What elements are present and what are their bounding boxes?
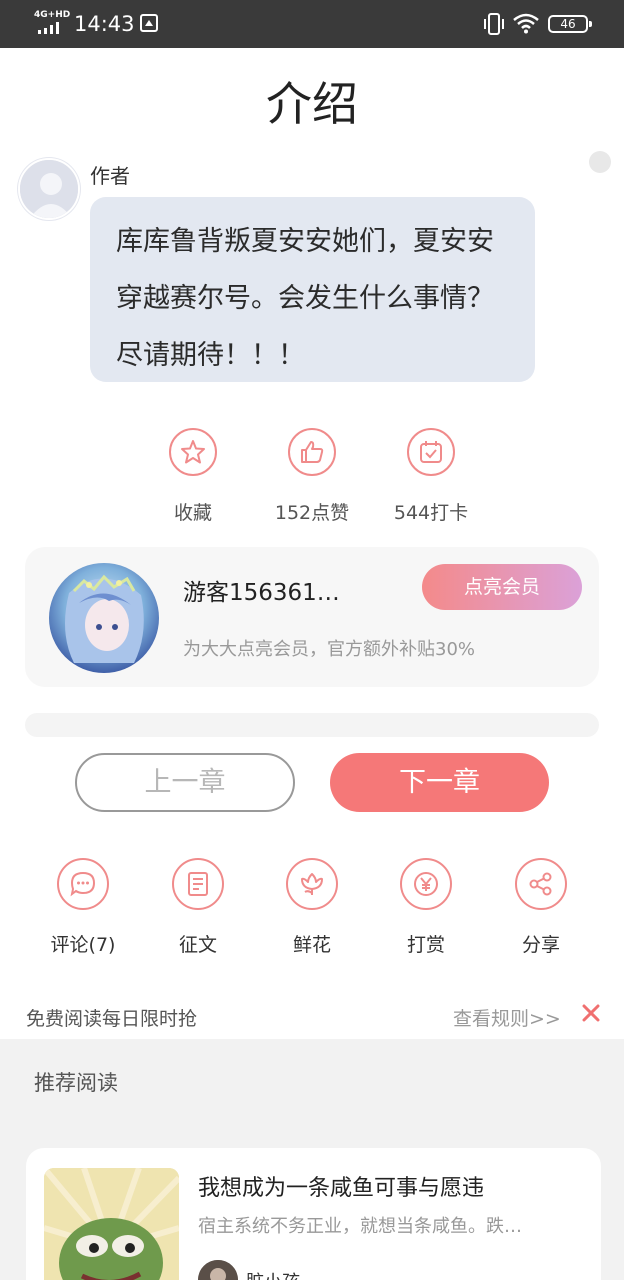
author-avatar[interactable] xyxy=(18,158,80,220)
thumbs-up-icon xyxy=(288,428,336,476)
view-rules-link[interactable]: 查看规则>> xyxy=(453,1004,561,1031)
yen-coin-icon xyxy=(400,858,452,910)
book-author-name: 脏小孩 xyxy=(246,1268,300,1280)
floating-dot[interactable] xyxy=(589,151,611,173)
flower-icon xyxy=(286,858,338,910)
page-title: 介绍 xyxy=(266,77,358,131)
recommend-section: 推荐阅读 我想成为一条咸鱼可事与愿违 宿主系统不务正业，就想当条咸鱼。跌… xyxy=(0,1039,624,1280)
anime-avatar-image xyxy=(49,563,159,673)
placeholder-bar xyxy=(25,713,599,737)
username: 游客156361… xyxy=(183,580,340,606)
battery-indicator: 46 xyxy=(548,15,592,33)
checkin-count-label: 544打卡 xyxy=(393,502,469,524)
favorite-action[interactable]: 收藏 xyxy=(133,428,253,525)
like-count-label: 152点赞 xyxy=(274,502,350,524)
author-message-bubble: 库库鲁背叛夏安安她们，夏安安穿越赛尔号。会发生什么事情？尽请期待！！！ xyxy=(90,197,535,382)
share-tool[interactable]: 分享 xyxy=(486,858,596,957)
status-bar: 4G+HD 14:43 46 xyxy=(0,0,624,48)
status-time: 14:43 xyxy=(74,12,135,36)
book-card[interactable]: 我想成为一条咸鱼可事与愿违 宿主系统不务正业，就想当条咸鱼。跌… 脏小孩 xyxy=(26,1148,601,1280)
screenshot-icon xyxy=(140,14,158,32)
share-icon xyxy=(515,858,567,910)
signal-icon xyxy=(38,22,59,34)
member-description: 为大大点亮会员，官方额外补贴30% xyxy=(183,639,476,660)
book-description: 宿主系统不务正业，就想当条咸鱼。跌… xyxy=(198,1216,522,1237)
user-avatar[interactable] xyxy=(49,563,159,673)
author-name: 作者 xyxy=(90,164,130,188)
member-card: 游客156361… 为大大点亮会员，官方额外补贴30% 点亮会员 xyxy=(25,547,599,687)
flower-label: 鲜花 xyxy=(292,934,331,956)
prev-chapter-button[interactable]: 上一章 xyxy=(75,753,295,812)
close-icon[interactable] xyxy=(580,1002,602,1024)
contest-tool[interactable]: 征文 xyxy=(143,858,253,957)
comment-tool[interactable]: 评论(7) xyxy=(28,858,138,957)
like-action[interactable]: 152点赞 xyxy=(252,428,372,525)
next-chapter-button[interactable]: 下一章 xyxy=(330,753,549,812)
activate-membership-button[interactable]: 点亮会员 xyxy=(422,564,582,610)
book-title: 我想成为一条咸鱼可事与愿违 xyxy=(198,1176,485,1201)
calendar-check-icon xyxy=(407,428,455,476)
contest-label: 征文 xyxy=(178,934,217,956)
document-icon xyxy=(172,858,224,910)
reward-tool[interactable]: 打赏 xyxy=(371,858,481,957)
star-icon xyxy=(169,428,217,476)
wifi-icon xyxy=(513,13,539,34)
network-indicator: 4G+HD xyxy=(34,10,71,20)
book-cover-image xyxy=(44,1168,179,1280)
favorite-label: 收藏 xyxy=(173,502,212,524)
comment-icon xyxy=(57,858,109,910)
promo-text: 免费阅读每日限时抢 xyxy=(26,1008,198,1030)
share-label: 分享 xyxy=(521,934,560,956)
default-avatar-icon xyxy=(20,160,78,218)
flower-tool[interactable]: 鲜花 xyxy=(257,858,367,957)
book-author-avatar xyxy=(198,1260,238,1280)
checkin-action[interactable]: 544打卡 xyxy=(371,428,491,525)
vibrate-icon xyxy=(484,13,504,35)
recommend-title: 推荐阅读 xyxy=(34,1071,118,1095)
comment-label: 评论(7) xyxy=(50,934,116,956)
reward-label: 打赏 xyxy=(406,934,445,956)
